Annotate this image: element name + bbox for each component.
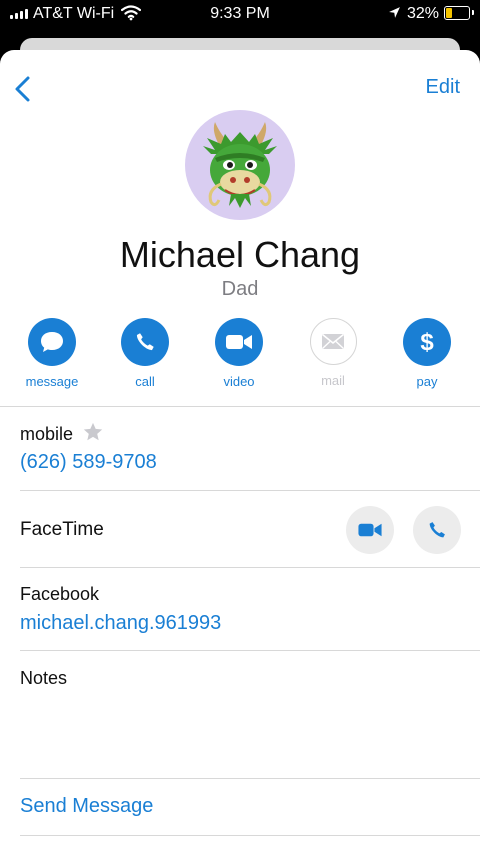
location-arrow-icon bbox=[388, 6, 401, 24]
phone-icon[interactable] bbox=[121, 318, 169, 366]
quick-actions: message call video mail $ pay bbox=[0, 318, 480, 393]
mobile-number-link[interactable]: (626) 589-9708 bbox=[20, 451, 157, 474]
svg-text:$: $ bbox=[420, 329, 434, 356]
contact-name: Michael Chang bbox=[119, 234, 361, 275]
contact-relation: Dad bbox=[221, 278, 259, 300]
facebook-link[interactable]: michael.chang.961993 bbox=[20, 612, 221, 635]
video-action-label: video bbox=[223, 374, 255, 389]
contact-card: Edit Michael Chang Dad message call vide… bbox=[0, 50, 480, 853]
divider bbox=[20, 490, 480, 491]
video-camera-icon[interactable] bbox=[215, 318, 263, 366]
pay-action-label: pay bbox=[416, 374, 438, 389]
divider bbox=[20, 778, 480, 779]
dragon-emoji-avatar[interactable] bbox=[185, 110, 295, 220]
notes-label: Notes bbox=[20, 668, 68, 688]
pay-action[interactable]: $ pay bbox=[387, 318, 467, 389]
video-camera-icon bbox=[358, 523, 382, 537]
call-action[interactable]: call bbox=[105, 318, 185, 389]
facebook-label: Facebook bbox=[20, 584, 100, 604]
divider bbox=[0, 406, 480, 407]
facetime-label: FaceTime bbox=[20, 519, 104, 540]
facetime-video-button[interactable] bbox=[346, 506, 394, 554]
message-bubble-icon[interactable] bbox=[28, 318, 76, 366]
dollar-icon[interactable]: $ bbox=[403, 318, 451, 366]
call-action-label: call bbox=[135, 374, 155, 389]
status-bar: AT&T Wi-Fi 9:33 PM 32% bbox=[0, 0, 480, 30]
divider bbox=[20, 650, 480, 651]
mobile-label: mobile bbox=[20, 424, 74, 444]
mail-action: mail bbox=[293, 318, 373, 388]
chevron-left-icon bbox=[15, 76, 30, 102]
battery-percent: 32% bbox=[407, 5, 440, 22]
divider bbox=[20, 567, 480, 568]
battery-icon bbox=[444, 6, 474, 20]
back-button[interactable] bbox=[8, 72, 38, 106]
edit-button[interactable]: Edit bbox=[426, 76, 460, 99]
message-action[interactable]: message bbox=[12, 318, 92, 389]
message-action-label: message bbox=[25, 374, 79, 389]
mail-action-label: mail bbox=[321, 373, 345, 388]
star-icon bbox=[82, 421, 104, 448]
phone-icon bbox=[429, 522, 445, 538]
video-action[interactable]: video bbox=[199, 318, 279, 389]
divider bbox=[20, 835, 480, 836]
facetime-audio-button[interactable] bbox=[413, 506, 461, 554]
send-message-button[interactable]: Send Message bbox=[20, 795, 153, 818]
envelope-icon bbox=[309, 318, 357, 365]
